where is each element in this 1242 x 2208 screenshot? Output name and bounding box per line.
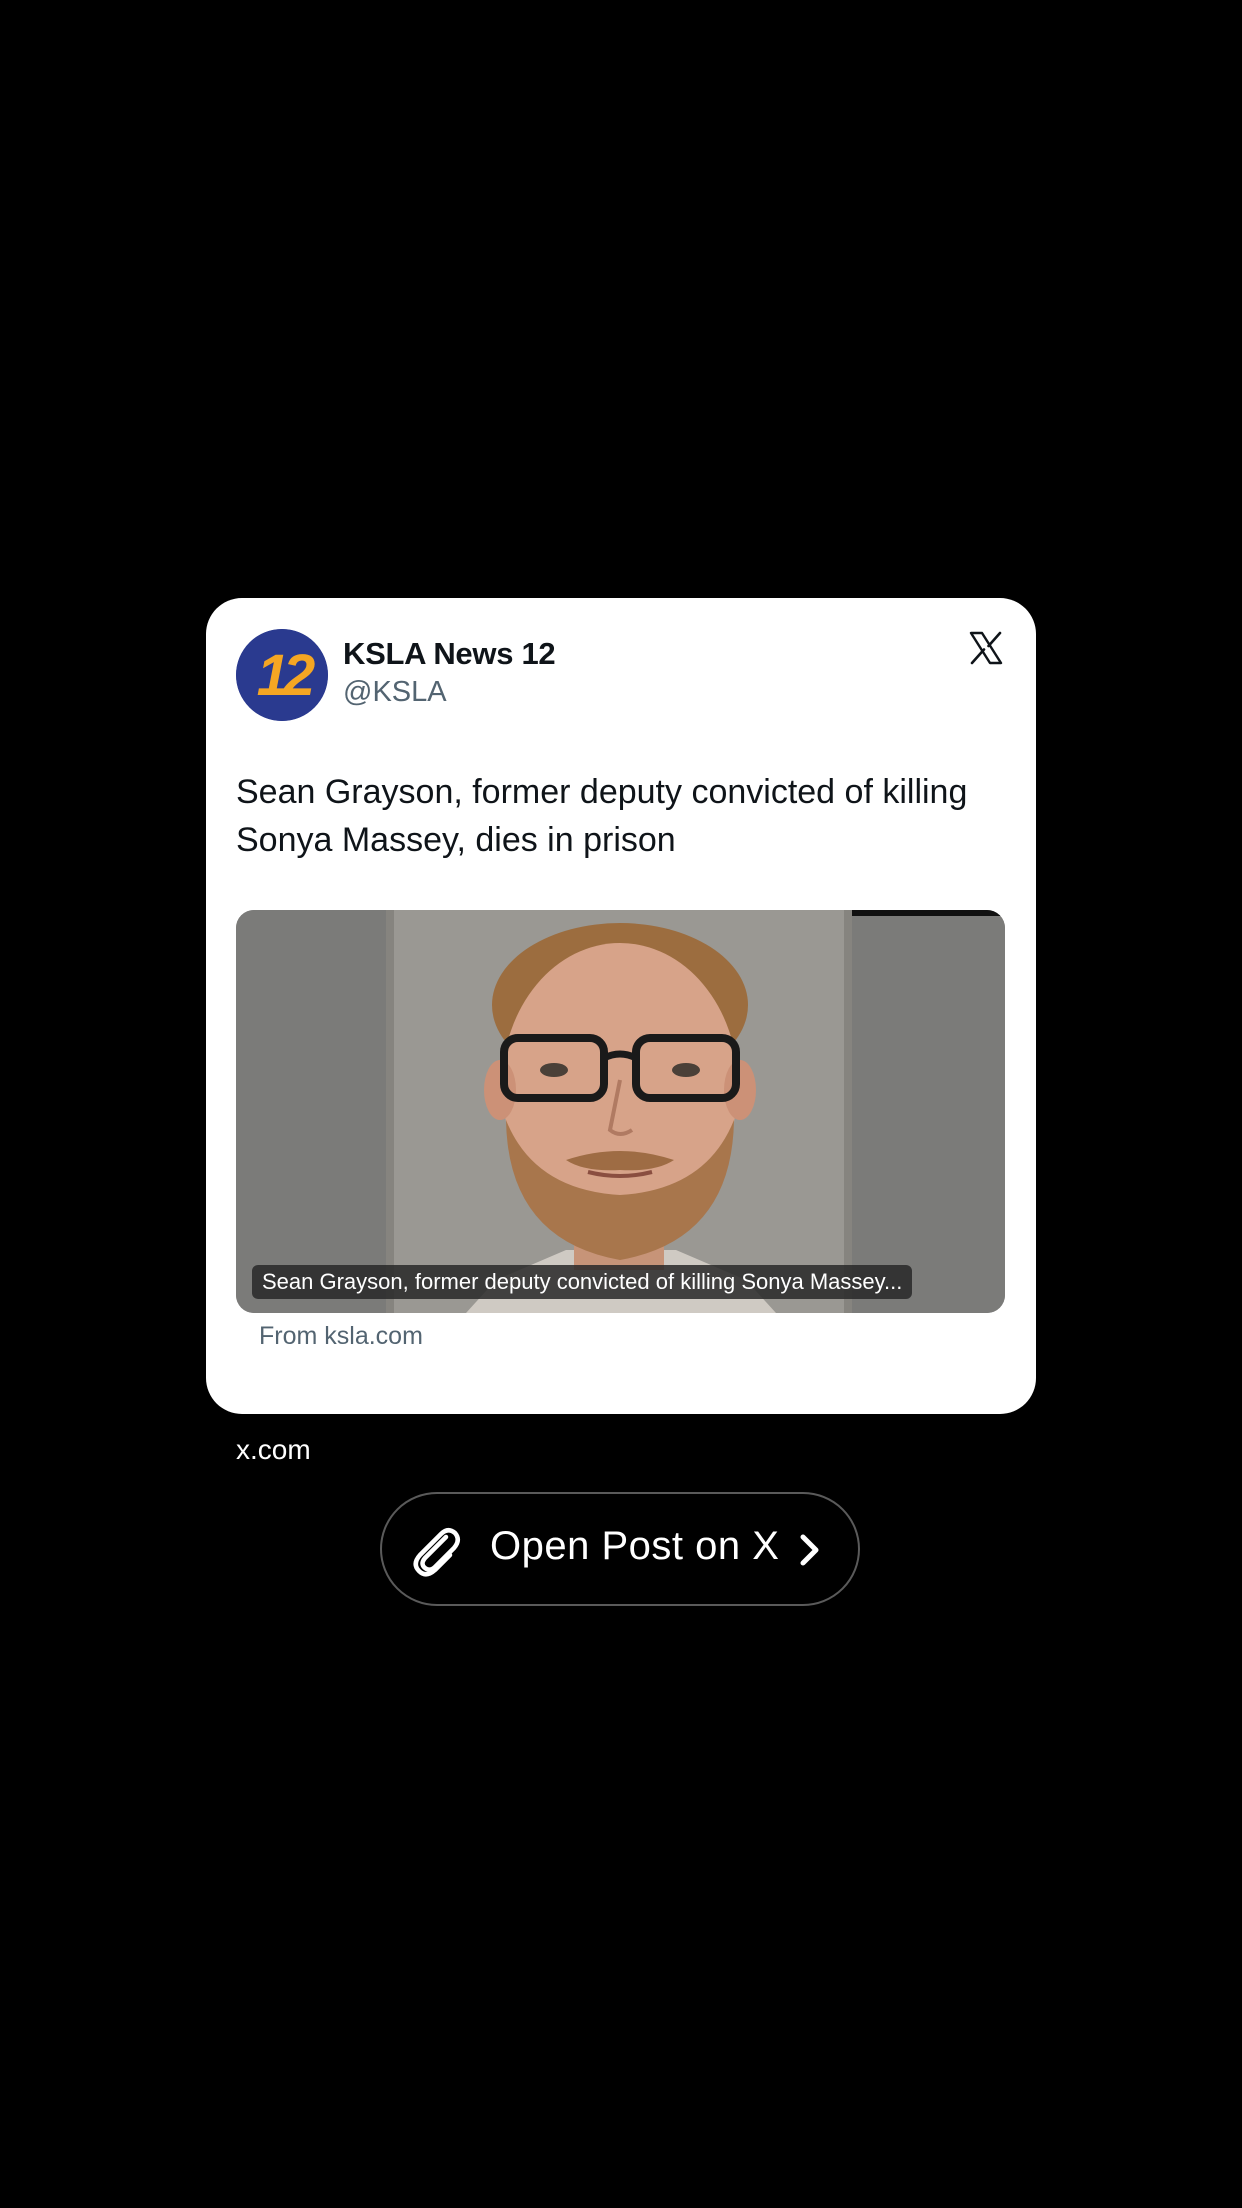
mugshot-photo [236, 910, 1005, 1313]
x-logo-icon [969, 631, 1003, 665]
avatar[interactable]: 12 [236, 629, 328, 721]
chevron-right-icon [800, 1534, 819, 1566]
ksla-logo-icon: 12 [236, 629, 328, 721]
share-preview-screen: 12 KSLA News 12 @KSLA Sean Grayson, form… [0, 0, 1242, 2208]
link-source[interactable]: From ksla.com [259, 1322, 423, 1351]
open-post-label: Open Post on X [490, 1524, 780, 1568]
author-handle[interactable]: @KSLA [343, 676, 447, 709]
domain-label: x.com [236, 1434, 311, 1465]
svg-text:12: 12 [257, 643, 315, 708]
post-card[interactable]: 12 KSLA News 12 @KSLA Sean Grayson, form… [206, 598, 1036, 1414]
post-media-image[interactable]: Sean Grayson, former deputy convicted of… [236, 910, 1005, 1313]
post-text: Sean Grayson, former deputy convicted of… [236, 773, 968, 859]
media-caption: Sean Grayson, former deputy convicted of… [252, 1265, 913, 1299]
paperclip-icon [413, 1528, 460, 1577]
author-name[interactable]: KSLA News 12 [343, 636, 556, 672]
open-post-button[interactable]: Open Post on X [380, 1492, 860, 1606]
